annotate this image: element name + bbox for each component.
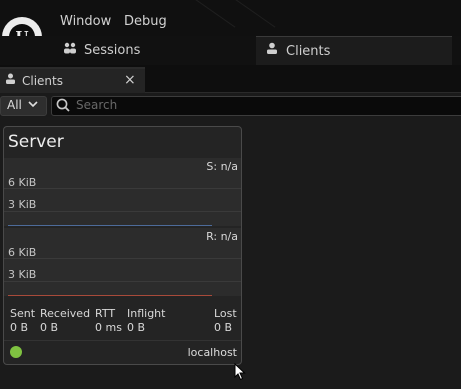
- panel-tab-clients[interactable]: Clients ×: [0, 67, 145, 94]
- search-icon: [56, 96, 71, 118]
- clients-icon: [4, 73, 17, 88]
- grid-line: [4, 211, 241, 212]
- search-box[interactable]: [51, 96, 461, 116]
- axis-label: 3 KiB: [8, 198, 37, 211]
- card-status-bar: localhost: [4, 340, 241, 364]
- stat-value-lost: 0 B: [214, 321, 233, 334]
- panel-tab-bar: Clients ×: [0, 65, 461, 94]
- stat-value-sent: 0 B: [10, 321, 29, 334]
- mouse-cursor-icon: [234, 362, 246, 381]
- tab-sessions[interactable]: Sessions: [62, 36, 242, 65]
- stat-value-inflight: 0 B: [127, 321, 146, 334]
- stat-header-received: Received: [40, 307, 91, 320]
- decorative-line: [225, 0, 276, 28]
- stat-header-inflight: Inflight: [127, 307, 166, 320]
- tab-clients-label: Clients: [286, 44, 331, 59]
- decorative-line: [185, 0, 236, 28]
- filter-dropdown-value: All: [7, 98, 22, 112]
- search-input[interactable]: [76, 97, 456, 113]
- major-tab-bar: Sessions Clients: [0, 36, 461, 66]
- axis-label: 6 KiB: [8, 176, 37, 189]
- stat-header-rtt: RTT: [95, 307, 116, 320]
- received-baseline: [8, 295, 212, 296]
- connection-status-icon: [10, 346, 22, 358]
- stat-value-received: 0 B: [40, 321, 59, 334]
- grid-line: [4, 188, 241, 189]
- card-title: Server: [8, 132, 64, 152]
- filter-bar: All: [0, 93, 461, 117]
- received-graph: R: n/a 6 KiB 3 KiB: [4, 228, 241, 296]
- sent-baseline: [8, 225, 212, 226]
- host-name: localhost: [187, 346, 237, 359]
- tab-clients[interactable]: Clients: [256, 36, 452, 66]
- server-card[interactable]: Server S: n/a 6 KiB 3 KiB R: n/a 6 KiB 3…: [3, 126, 242, 365]
- axis-label: 6 KiB: [8, 246, 37, 259]
- stat-header-sent: Sent: [10, 307, 36, 320]
- clients-icon: [264, 37, 280, 66]
- sent-graph: S: n/a 6 KiB 3 KiB: [4, 158, 241, 226]
- stat-value-rtt: 0 ms: [95, 321, 122, 334]
- panel-tab-label: Clients: [22, 74, 63, 88]
- tab-sessions-label: Sessions: [84, 43, 141, 58]
- stats-row: Sent Received RTT Inflight Lost 0 B 0 B …: [4, 302, 241, 338]
- filter-dropdown[interactable]: All: [0, 96, 47, 116]
- sent-rate-label: S: n/a: [206, 160, 238, 173]
- axis-label: 3 KiB: [8, 268, 37, 281]
- grid-line: [4, 281, 241, 282]
- sessions-icon: [62, 36, 78, 65]
- stat-header-lost: Lost: [214, 307, 237, 320]
- chevron-down-icon: [28, 98, 38, 113]
- close-icon[interactable]: ×: [124, 72, 136, 88]
- received-rate-label: R: n/a: [206, 230, 238, 243]
- menu-debug[interactable]: Debug: [124, 14, 167, 29]
- menu-window[interactable]: Window: [60, 14, 111, 29]
- grid-line: [4, 258, 241, 259]
